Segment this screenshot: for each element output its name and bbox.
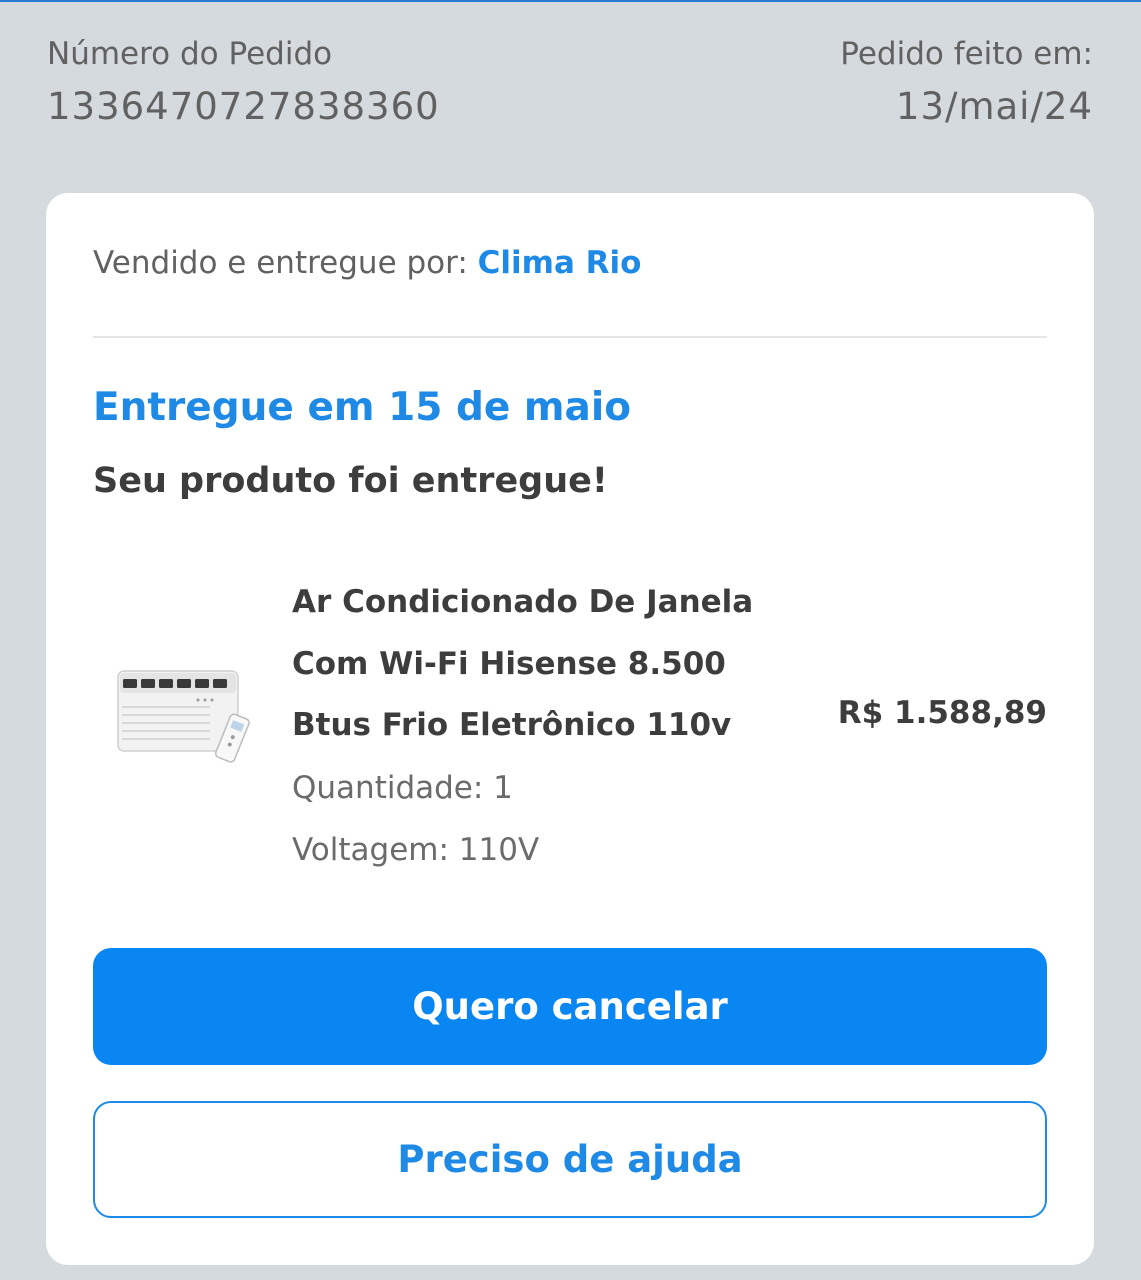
order-number-value: 1336470727838360 bbox=[47, 85, 440, 128]
product-name-line: Ar Condicionado De Janela bbox=[292, 584, 754, 620]
order-number-label: Número do Pedido bbox=[47, 36, 333, 72]
seller-label: Vendido e entregue por: bbox=[93, 245, 468, 281]
seller-info: Vendido e entregue por: Clima Rio bbox=[93, 245, 641, 281]
help-button-label: Preciso de ajuda bbox=[397, 1138, 743, 1181]
cancel-order-button-label: Quero cancelar bbox=[412, 985, 728, 1028]
product-voltage: Voltagem: 110V bbox=[292, 831, 540, 868]
order-date-value: 13/mai/24 bbox=[895, 85, 1093, 128]
seller-name-link[interactable]: Clima Rio bbox=[478, 245, 642, 281]
delivery-status-title: Entregue em 15 de maio bbox=[93, 385, 632, 430]
order-card: Vendido e entregue por: Clima Rio Entreg… bbox=[46, 193, 1094, 1265]
order-date-label: Pedido feito em: bbox=[840, 36, 1093, 72]
cancel-order-button[interactable]: Quero cancelar bbox=[93, 948, 1047, 1065]
divider bbox=[93, 336, 1047, 338]
delivery-status-subtitle: Seu produto foi entregue! bbox=[93, 461, 608, 501]
product-image-svg bbox=[117, 670, 250, 763]
help-button[interactable]: Preciso de ajuda bbox=[93, 1101, 1047, 1218]
product-quantity: Quantidade: 1 bbox=[292, 769, 513, 806]
product-name-line: Btus Frio Eletrônico 110v bbox=[292, 707, 732, 743]
order-number-block: Número do Pedido 1336470727838360 bbox=[47, 30, 440, 136]
order-date-block: Pedido feito em: 13/mai/24 bbox=[840, 30, 1093, 136]
product-name-line: Com Wi-Fi Hisense 8.500 bbox=[292, 645, 726, 682]
product-name[interactable]: Ar Condicionado De Janela Com Wi-Fi Hise… bbox=[292, 572, 832, 757]
order-header: Número do Pedido 1336470727838360 Pedido… bbox=[47, 30, 1093, 140]
top-border-line bbox=[0, 0, 1141, 2]
product-info: Ar Condicionado De Janela Com Wi-Fi Hise… bbox=[292, 572, 832, 881]
product-price: R$ 1.588,89 bbox=[837, 695, 1047, 731]
air-conditioner-icon[interactable] bbox=[114, 663, 256, 773]
